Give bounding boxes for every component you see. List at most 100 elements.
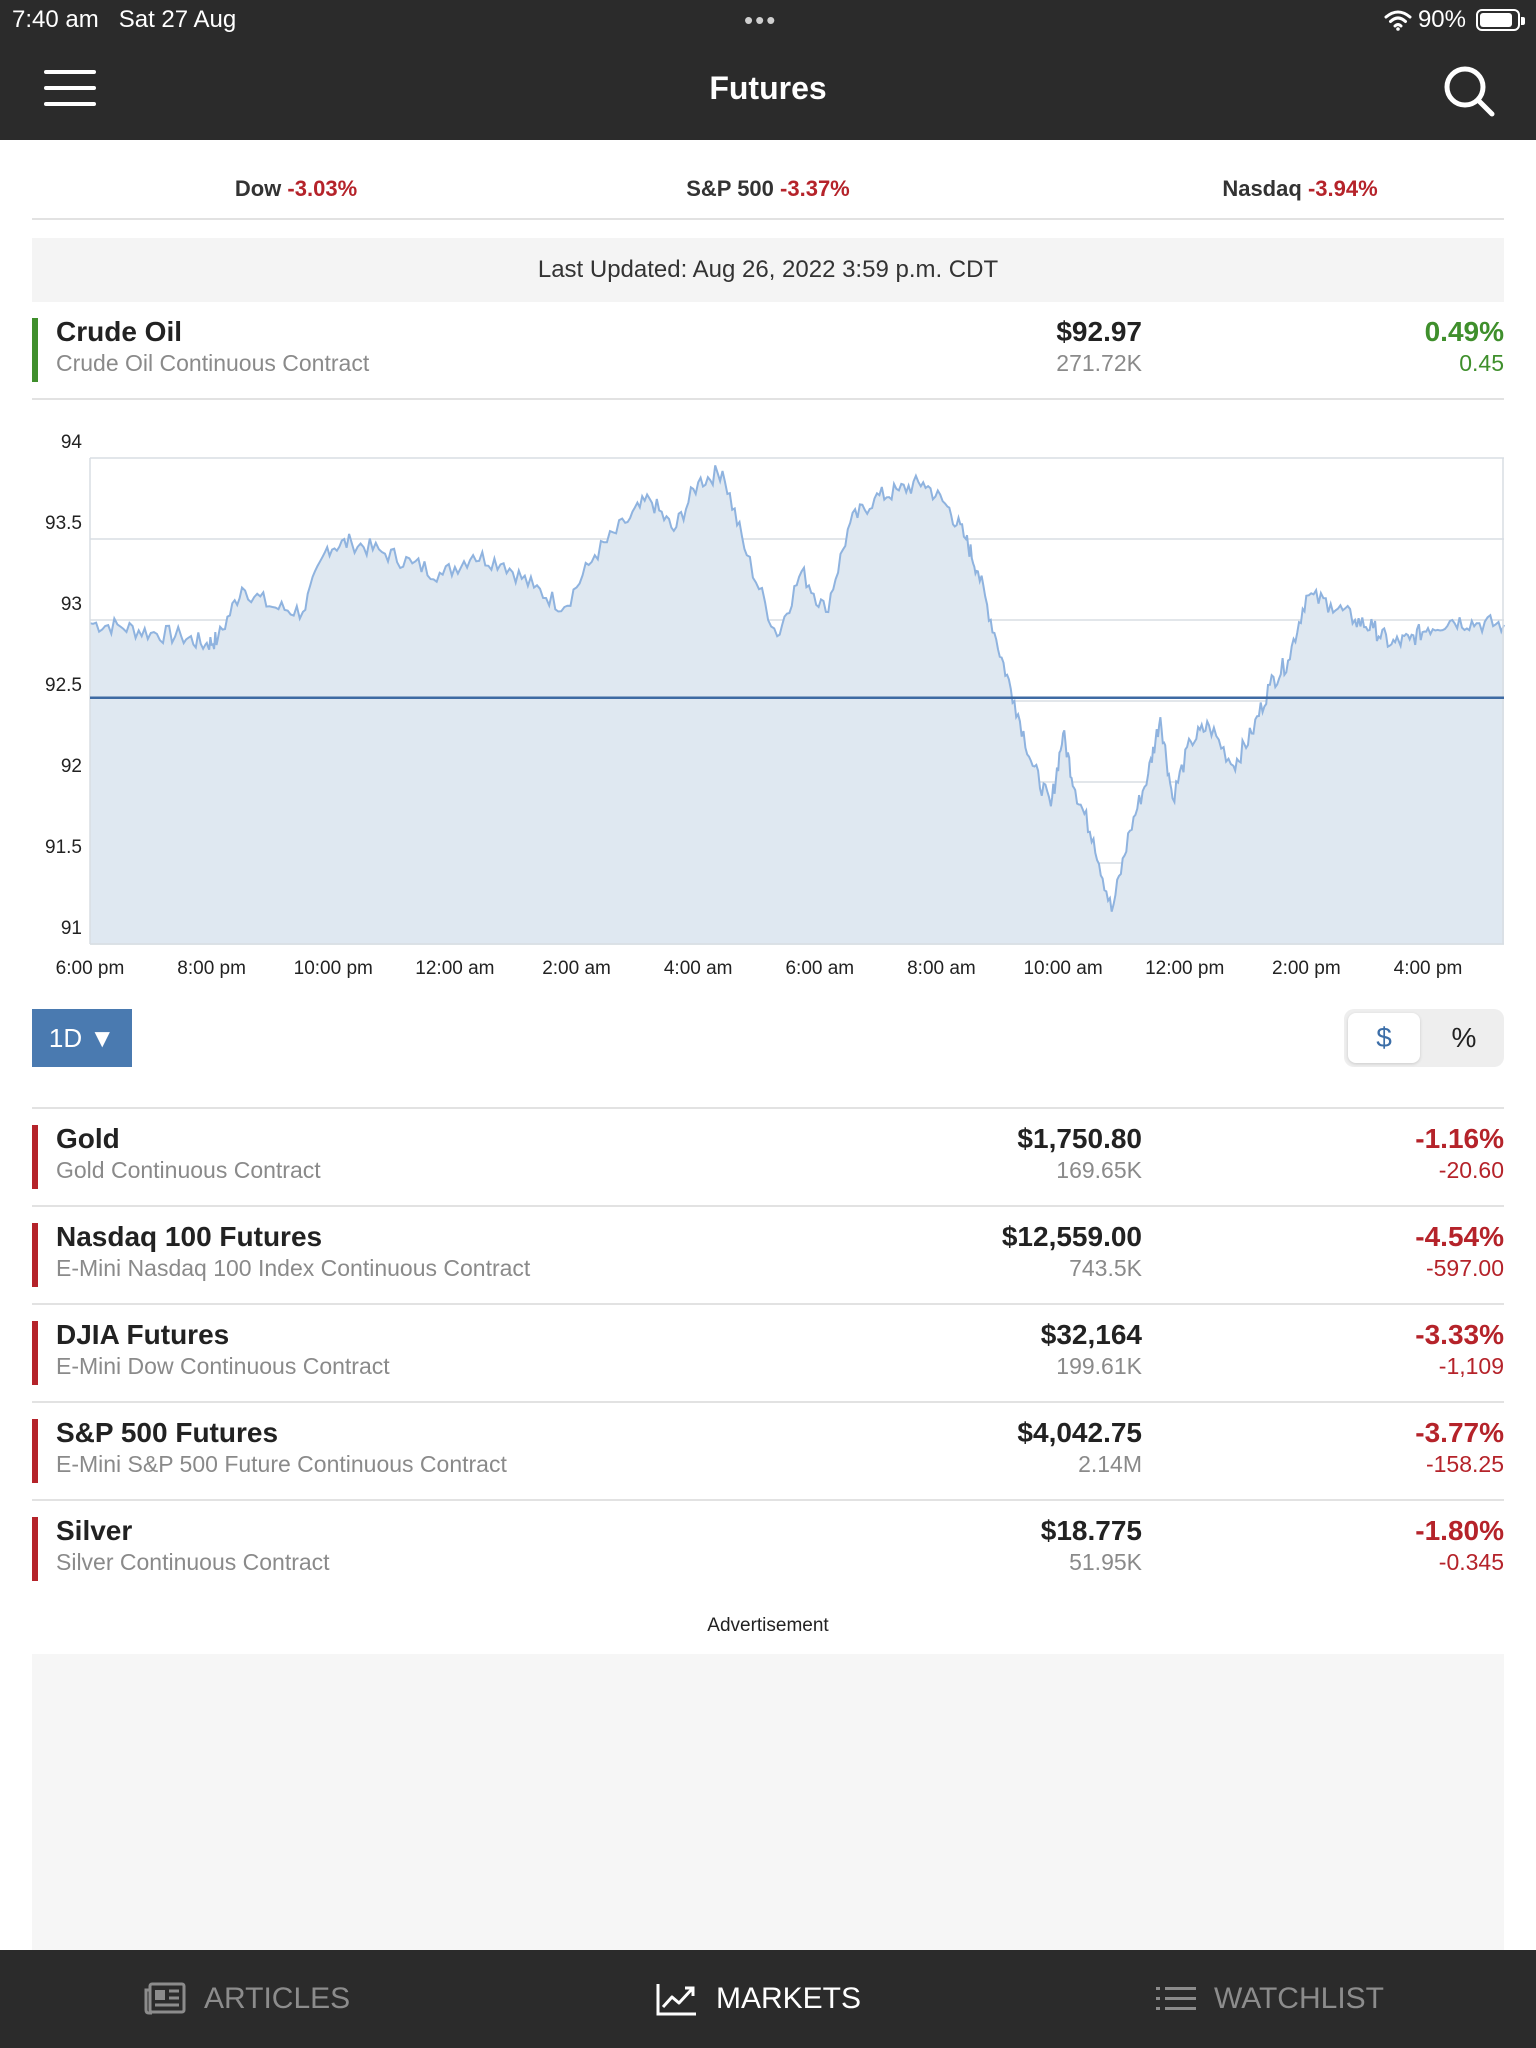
quote-name: Crude Oil [56, 316, 183, 347]
status-bar: 7:40 am Sat 27 Aug ••• 90% [0, 0, 1536, 40]
quote-price: $92.97 [1056, 316, 1142, 347]
x-tick-label: 6:00 pm [56, 958, 125, 979]
series-area [90, 465, 1504, 944]
quote-change-percent: -3.77% [1415, 1417, 1504, 1448]
x-tick-label: 2:00 am [542, 958, 611, 979]
list-item[interactable]: Nasdaq 100 Futures E-Mini Nasdaq 100 Ind… [32, 1207, 1504, 1305]
quote-volume: 199.61K [1056, 1353, 1142, 1379]
quote-change: 0.45 [1459, 350, 1504, 376]
list-icon [1156, 1987, 1196, 2010]
tab-label: WATCHLIST [1214, 1982, 1384, 2015]
page-title: Futures [709, 70, 827, 106]
quote-change-percent: -1.80% [1415, 1515, 1504, 1546]
toggle-percent-button[interactable]: % [1428, 1013, 1500, 1063]
featured-quote-crude-oil[interactable]: Crude Oil Crude Oil Continuous Contract … [32, 302, 1504, 400]
direction-bar [32, 1419, 38, 1483]
tab-articles[interactable]: ARTICLES [144, 1950, 350, 2048]
direction-bar [32, 318, 38, 382]
quote-volume: 743.5K [1069, 1255, 1142, 1281]
x-tick-label: 4:00 pm [1394, 958, 1463, 979]
quote-change-percent: -1.16% [1415, 1123, 1504, 1154]
quote-volume: 2.14M [1078, 1451, 1142, 1477]
battery-icon [1476, 9, 1525, 31]
tab-label: ARTICLES [204, 1982, 351, 2015]
list-item[interactable]: S&P 500 Futures E-Mini S&P 500 Future Co… [32, 1403, 1504, 1501]
quote-subtitle: E-Mini Dow Continuous Contract [56, 1353, 390, 1379]
quote-volume: 169.65K [1056, 1157, 1142, 1183]
quote-change: -597.00 [1425, 1255, 1504, 1281]
direction-bar [32, 1223, 38, 1287]
trend-chart-icon [656, 1984, 696, 2016]
x-tick-label: 10:00 pm [294, 958, 373, 979]
quote-change-percent: -4.54% [1415, 1221, 1504, 1252]
quote-volume: 271.72K [1056, 350, 1142, 376]
quote-subtitle: Silver Continuous Contract [56, 1549, 330, 1575]
y-tick-label: 93.5 [45, 513, 82, 534]
x-tick-label: 4:00 am [664, 958, 733, 979]
quote-subtitle: Crude Oil Continuous Contract [56, 350, 370, 376]
advertisement-slot[interactable] [32, 1654, 1504, 1950]
quote-change: -158.25 [1425, 1451, 1504, 1477]
quote-name: Nasdaq 100 Futures [56, 1221, 323, 1252]
y-tick-label: 92.5 [45, 675, 82, 696]
price-chart-svg: 94 93.5 93 92.5 92 91.5 91 6:00 pm 8:00 pm 10:00 … [45, 432, 1505, 979]
range-selector-button[interactable]: 1D ▼ [32, 1009, 132, 1067]
toggle-dollar-button[interactable]: $ [1348, 1013, 1420, 1063]
price-chart[interactable]: 94 93.5 93 92.5 92 91.5 91 6:00 pm 8:00 pm 10:00 … [32, 410, 1505, 990]
quote-price: $32,164 [1040, 1319, 1142, 1350]
quote-change: -0.345 [1438, 1549, 1504, 1575]
y-tick-label: 91.5 [45, 837, 82, 858]
list-item[interactable]: Gold Gold Continuous Contract $1,750.80 … [32, 1109, 1504, 1207]
y-tick-label: 92 [61, 756, 82, 777]
index-sp500[interactable]: S&P 500 -3.37% [568, 176, 968, 202]
quote-name: Gold [56, 1123, 120, 1154]
last-updated-banner: Last Updated: Aug 26, 2022 3:59 p.m. CDT [32, 238, 1504, 302]
battery-percent: 90% [1417, 6, 1466, 33]
x-tick-label: 10:00 am [1023, 958, 1102, 979]
index-summary-bar: Dow -3.03% S&P 500 -3.37% Nasdaq -3.94% [32, 140, 1504, 220]
direction-bar [32, 1321, 38, 1385]
direction-bar [32, 1517, 38, 1581]
quote-change: -20.60 [1438, 1157, 1504, 1183]
status-indicators: 90% [1384, 6, 1525, 34]
advertisement-label: Advertisement [707, 1615, 829, 1636]
quote-change: -1,109 [1438, 1353, 1504, 1379]
quote-change-percent: -3.33% [1415, 1319, 1504, 1350]
tab-watchlist[interactable]: WATCHLIST [1156, 1950, 1384, 2048]
quote-subtitle: E-Mini Nasdaq 100 Index Continuous Contr… [56, 1255, 531, 1281]
status-time: 7:40 am Sat 27 Aug [12, 6, 237, 33]
newspaper-icon [144, 1982, 186, 2015]
nav-bar: Futures [0, 40, 1536, 140]
quote-price: $18.775 [1040, 1515, 1142, 1546]
unit-toggle: $ % [1344, 1009, 1504, 1067]
bottom-tab-bar: ARTICLES MARKETS WATCHLIST [0, 1950, 1536, 2048]
list-item[interactable]: DJIA Futures E-Mini Dow Continuous Contr… [32, 1305, 1504, 1403]
x-tick-label: 12:00 am [415, 958, 494, 979]
direction-bar [32, 1125, 38, 1189]
list-item[interactable]: Silver Silver Continuous Contract $18.77… [32, 1501, 1504, 1599]
index-dow[interactable]: Dow -3.03% [96, 176, 496, 202]
tab-label: MARKETS [716, 1982, 862, 2015]
quote-name: S&P 500 Futures [56, 1417, 279, 1448]
quote-name: Silver [56, 1515, 133, 1546]
y-tick-label: 91 [61, 918, 82, 939]
x-tick-label: 6:00 am [785, 958, 854, 979]
quote-subtitle: Gold Continuous Contract [56, 1157, 321, 1183]
quote-price: $4,042.75 [1017, 1417, 1142, 1448]
quote-change-percent: 0.49% [1424, 316, 1504, 347]
multitask-dots-icon[interactable]: ••• [744, 7, 777, 33]
search-icon[interactable] [1442, 64, 1496, 118]
y-tick-label: 93 [61, 594, 82, 615]
quote-subtitle: E-Mini S&P 500 Future Continuous Contrac… [56, 1451, 507, 1477]
x-tick-label: 8:00 am [907, 958, 976, 979]
quote-name: DJIA Futures [56, 1319, 230, 1350]
quote-price: $1,750.80 [1017, 1123, 1142, 1154]
wifi-icon [1384, 10, 1412, 31]
x-tick-label: 2:00 pm [1272, 958, 1341, 979]
tab-markets[interactable]: MARKETS [656, 1950, 861, 2048]
x-tick-label: 12:00 pm [1145, 958, 1224, 979]
y-tick-label: 94 [61, 432, 83, 453]
quote-price: $12,559.00 [1001, 1221, 1142, 1252]
quote-volume: 51.95K [1069, 1549, 1142, 1575]
index-nasdaq[interactable]: Nasdaq -3.94% [1100, 176, 1500, 202]
